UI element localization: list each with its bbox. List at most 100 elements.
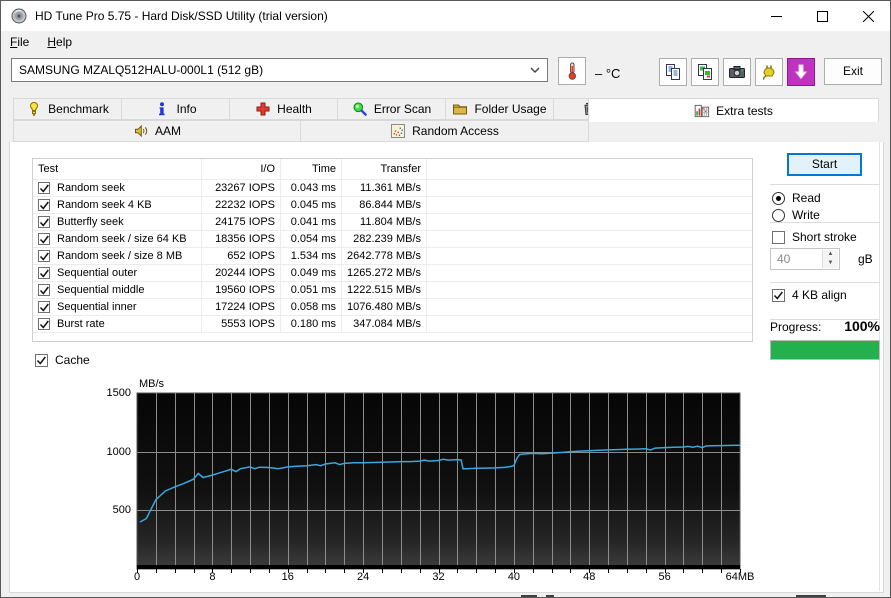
download-arrow-icon: [793, 64, 809, 80]
cache-checkbox[interactable]: [35, 354, 48, 367]
check-icon: [39, 319, 50, 330]
close-button[interactable]: [845, 1, 891, 31]
table-row-random-seek[interactable]: Random seek23267 IOPS0.043 ms11.361 MB/s: [33, 179, 752, 196]
write-radio[interactable]: [772, 209, 785, 222]
test-checkbox[interactable]: [38, 301, 50, 313]
spacer: [426, 231, 752, 247]
check-icon: [39, 200, 50, 211]
check-icon: [39, 234, 50, 245]
write-radio-row[interactable]: Write: [772, 208, 820, 222]
table-row-random-seek-4-kb[interactable]: Random seek 4 KB22232 IOPS0.045 ms86.844…: [33, 196, 752, 213]
tab-strip: BenchmarkInfoHealth Error Scan Folder Usag…: [1, 98, 890, 142]
spacer: [426, 197, 752, 213]
copy-image-button[interactable]: [691, 58, 719, 86]
minimize-button[interactable]: [753, 1, 799, 31]
short-stroke-row[interactable]: Short stroke: [772, 230, 857, 244]
write-label: Write: [792, 208, 820, 222]
x-axis-tick-label: 0: [115, 571, 159, 583]
column-header-test: Test: [33, 159, 201, 179]
app-window: HD Tune Pro 5.75 - Hard Disk/SSD Utility…: [0, 0, 891, 598]
tab-folder-usage[interactable]: Folder Usage: [445, 98, 554, 120]
check-icon: [773, 290, 784, 301]
exit-button[interactable]: Exit: [824, 58, 882, 85]
test-checkbox[interactable]: [38, 199, 50, 211]
read-radio-row[interactable]: Read: [772, 191, 821, 205]
connect-button[interactable]: [755, 58, 783, 86]
tab-info[interactable]: Info: [121, 98, 230, 120]
check-icon: [39, 183, 50, 194]
results-table: TestI/OTimeTransferRandom seek23267 IOPS…: [32, 158, 753, 342]
spinner-up-icon[interactable]: ▲: [823, 250, 838, 259]
save-results-button[interactable]: [787, 58, 815, 86]
column-header-time: Time: [280, 159, 341, 179]
tab-benchmark[interactable]: Benchmark: [13, 98, 122, 120]
tab-random-access[interactable]: Random Access: [300, 120, 589, 142]
time-value: 1.534 ms: [280, 248, 341, 264]
test-checkbox[interactable]: [38, 250, 50, 262]
test-checkbox[interactable]: [38, 233, 50, 245]
close-icon: [863, 11, 874, 22]
x-axis-tick-label: 64MB: [718, 571, 762, 583]
title-bar: HD Tune Pro 5.75 - Hard Disk/SSD Utility…: [1, 1, 890, 31]
tab-aam[interactable]: AAM: [13, 120, 301, 142]
time-value: 0.180 ms: [280, 316, 341, 332]
y-axis-tick-label: 1000: [87, 446, 131, 458]
tab-label: AAM: [155, 124, 181, 138]
spinner-down-icon[interactable]: ▼: [823, 259, 838, 268]
time-value: 0.051 ms: [280, 282, 341, 298]
time-value: 0.049 ms: [280, 265, 341, 281]
spacer: [426, 265, 752, 281]
table-row-random-seek-size-8-mb[interactable]: Random seek / size 8 MB652 IOPS1.534 ms2…: [33, 247, 752, 264]
error-scan-icon: [352, 101, 368, 117]
screenshot-button[interactable]: [723, 58, 751, 86]
table-row-sequential-outer[interactable]: Sequential outer20244 IOPS0.049 ms1265.2…: [33, 264, 752, 281]
maximize-button[interactable]: [799, 1, 845, 31]
test-checkbox[interactable]: [38, 318, 50, 330]
short-stroke-checkbox[interactable]: [772, 231, 785, 244]
check-icon: [36, 355, 47, 366]
progress-bar: [770, 340, 880, 360]
x-axis-tick-label: 16: [266, 571, 310, 583]
table-row-butterfly-seek[interactable]: Butterfly seek24175 IOPS0.041 ms11.804 M…: [33, 213, 752, 230]
table-row-sequential-inner[interactable]: Sequential inner17224 IOPS0.058 ms1076.4…: [33, 298, 752, 315]
test-checkbox[interactable]: [38, 284, 50, 296]
separator: [770, 184, 880, 185]
io-value: 24175 IOPS: [201, 214, 280, 230]
menu-bar: FileHelp: [1, 31, 890, 53]
tab-label: Error Scan: [374, 102, 431, 116]
window-title: HD Tune Pro 5.75 - Hard Disk/SSD Utility…: [35, 1, 328, 31]
spinner-arrows[interactable]: ▲ ▼: [822, 250, 838, 268]
test-checkbox[interactable]: [38, 216, 50, 228]
read-radio[interactable]: [772, 192, 785, 205]
kb-align-row[interactable]: 4 KB align: [772, 288, 847, 302]
drive-select[interactable]: SAMSUNG MZALQ512HALU-000L1 (512 gB): [11, 58, 548, 82]
time-value: 0.054 ms: [280, 231, 341, 247]
table-row-sequential-middle[interactable]: Sequential middle19560 IOPS0.051 ms1222.…: [33, 281, 752, 298]
table-empty-row: [33, 332, 752, 341]
start-button[interactable]: Start: [787, 153, 862, 176]
test-name: Butterfly seek: [57, 216, 124, 228]
tab-error-scan[interactable]: Error Scan: [337, 98, 446, 120]
tab-health[interactable]: Health: [229, 98, 338, 120]
test-checkbox[interactable]: [38, 182, 50, 194]
check-icon: [39, 285, 50, 296]
x-axis-tick-label: 24: [341, 571, 385, 583]
time-value: 0.043 ms: [280, 180, 341, 196]
transfer-value: 1076.480 MB/s: [341, 299, 426, 315]
table-row-burst-rate[interactable]: Burst rate5553 IOPS0.180 ms347.084 MB/s: [33, 315, 752, 332]
tab-extra-tests[interactable]: Extra tests: [588, 98, 879, 122]
x-axis-tick-label: 48: [567, 571, 611, 583]
short-stroke-size-spinner[interactable]: 40 ▲ ▼: [770, 248, 840, 270]
table-row-random-seek-size-64-kb[interactable]: Random seek / size 64 KB18356 IOPS0.054 …: [33, 230, 752, 247]
temperature-button[interactable]: [558, 57, 586, 85]
menu-item-help[interactable]: Help: [38, 31, 81, 53]
io-value: 22232 IOPS: [201, 197, 280, 213]
time-value: 0.041 ms: [280, 214, 341, 230]
cache-checkbox-row[interactable]: Cache: [35, 353, 90, 367]
health-icon: [255, 101, 271, 117]
menu-item-file[interactable]: File: [1, 31, 38, 53]
copy-text-button[interactable]: [659, 58, 687, 86]
kb-align-checkbox[interactable]: [772, 289, 785, 302]
test-checkbox[interactable]: [38, 267, 50, 279]
check-icon: [39, 302, 50, 313]
